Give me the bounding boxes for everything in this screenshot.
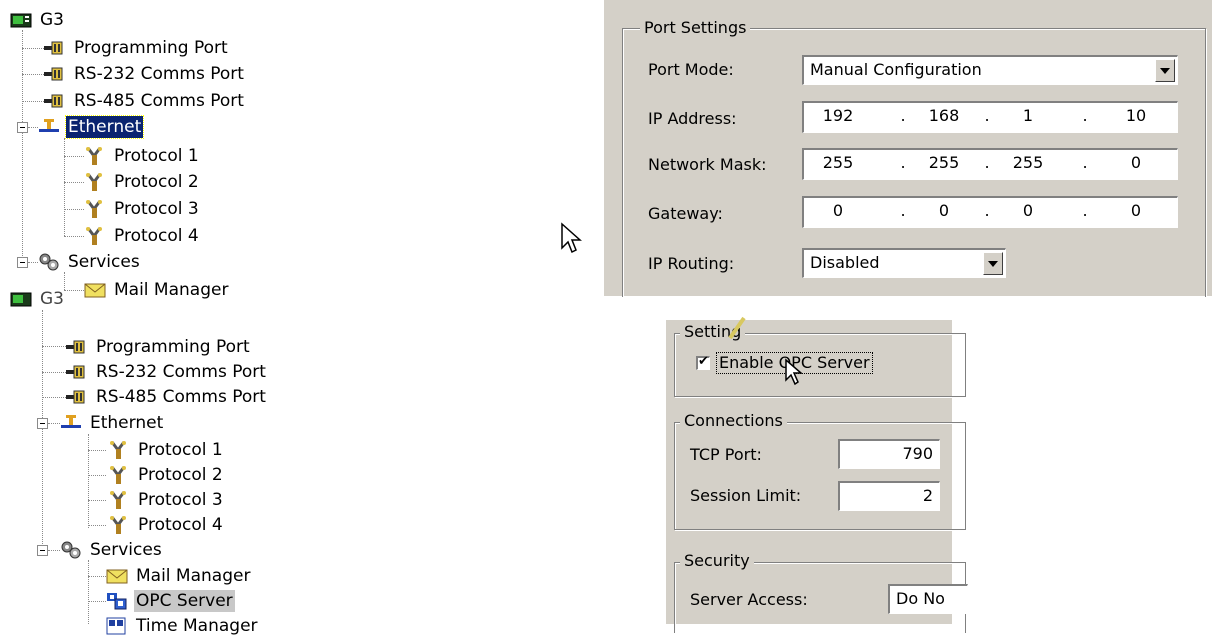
- tree-item-rs485-port[interactable]: RS-485 Comms Port: [66, 384, 268, 410]
- session-limit-input[interactable]: 2: [838, 481, 940, 511]
- services-collapse-toggle[interactable]: [37, 545, 48, 556]
- device-icon: [10, 289, 32, 309]
- session-limit-label: Session Limit:: [690, 486, 802, 505]
- network-icon: [60, 413, 82, 433]
- tree-item-protocol-1[interactable]: Protocol 1: [108, 437, 225, 463]
- port-mode-label: Port Mode:: [648, 60, 734, 79]
- envelope-icon: [106, 566, 128, 586]
- enable-opc-server-checkbox[interactable]: [696, 354, 710, 370]
- port-connector-icon: [66, 362, 88, 382]
- port-connector-icon: [44, 91, 66, 111]
- port-mode-select[interactable]: Manual Configuration: [802, 55, 1178, 85]
- port-mode-dropdown-button[interactable]: [1155, 59, 1175, 82]
- tree-item-g3[interactable]: G3: [10, 7, 66, 33]
- mouse-pointer-icon: [785, 358, 804, 386]
- tree-item-protocol-2[interactable]: Protocol 2: [108, 462, 225, 488]
- tree-item-protocol-4[interactable]: Protocol 4: [108, 512, 225, 538]
- protocol-icon: [108, 465, 130, 485]
- tree-item-opc-server[interactable]: OPC Server: [106, 588, 235, 614]
- tree-item-ethernet[interactable]: Ethernet: [60, 410, 165, 436]
- ip-address-label: IP Address:: [648, 109, 737, 128]
- protocol-icon: [84, 146, 106, 166]
- gears-icon: [38, 252, 60, 272]
- port-connector-icon: [44, 64, 66, 84]
- protocol-icon: [84, 172, 106, 192]
- protocol-icon: [108, 490, 130, 510]
- tree-item-programming-port[interactable]: Programming Port: [66, 334, 252, 360]
- ethernet-collapse-toggle[interactable]: [37, 418, 48, 429]
- tree-item-rs485-port[interactable]: RS-485 Comms Port: [44, 88, 246, 114]
- network-mask-label: Network Mask:: [648, 155, 767, 174]
- protocol-icon: [108, 515, 130, 535]
- tree-item-protocol-3[interactable]: Protocol 3: [84, 196, 201, 222]
- port-connector-icon: [66, 337, 88, 357]
- tree-item-protocol-4[interactable]: Protocol 4: [84, 223, 201, 249]
- port-connector-icon: [66, 387, 88, 407]
- ip-routing-label: IP Routing:: [648, 254, 735, 273]
- tree-item-ethernet[interactable]: Ethernet: [38, 114, 145, 140]
- network-mask-input[interactable]: 255 . 255 . 255 . 0: [802, 148, 1178, 180]
- protocol-icon: [84, 199, 106, 219]
- ip-routing-select[interactable]: Disabled: [802, 248, 1006, 278]
- opc-server-icon: [106, 591, 128, 611]
- protocol-icon: [84, 226, 106, 246]
- gateway-label: Gateway:: [648, 204, 723, 223]
- tree-item-protocol-1[interactable]: Protocol 1: [84, 143, 201, 169]
- ethernet-collapse-toggle[interactable]: [17, 122, 28, 133]
- port-settings-panel: Port Settings Port Mode: Manual Configur…: [604, 0, 1212, 297]
- tree-item-rs232-port[interactable]: RS-232 Comms Port: [66, 359, 268, 385]
- tree-item-rs232-port[interactable]: RS-232 Comms Port: [44, 61, 246, 87]
- tree-item-programming-port[interactable]: Programming Port: [44, 35, 230, 61]
- gateway-input[interactable]: 0 . 0 . 0 . 0: [802, 196, 1178, 228]
- top-tree: G3 Programming Port RS-232 Comms Port RS…: [0, 0, 320, 300]
- highlight-pen-icon: [728, 316, 746, 340]
- port-connector-icon: [44, 38, 66, 58]
- envelope-icon: [84, 280, 106, 300]
- tree-root-label: G3: [40, 10, 64, 30]
- tree-root-label: G3: [40, 289, 64, 309]
- opc-server-panel: Setting Enable OPC Server Connections TC…: [666, 316, 968, 633]
- security-legend: Security: [680, 552, 754, 570]
- gears-icon: [60, 540, 82, 560]
- tree-item-protocol-2[interactable]: Protocol 2: [84, 169, 201, 195]
- ip-address-input[interactable]: 192 . 168 . 1 . 10: [802, 101, 1178, 133]
- tree-item-services[interactable]: Services: [60, 537, 164, 563]
- device-icon: [10, 10, 32, 30]
- mouse-pointer-icon: [561, 222, 582, 254]
- tree-item-time-manager[interactable]: Time Manager: [106, 613, 260, 639]
- tcp-port-label: TCP Port:: [690, 445, 762, 464]
- tree-item-protocol-3[interactable]: Protocol 3: [108, 487, 225, 513]
- server-access-select[interactable]: Do No: [888, 584, 968, 614]
- port-settings-legend: Port Settings: [640, 19, 751, 37]
- tree-item-mail-manager[interactable]: Mail Manager: [106, 563, 252, 589]
- ip-routing-dropdown-button[interactable]: [983, 252, 1003, 275]
- tree-item-services[interactable]: Services: [38, 249, 142, 275]
- connections-legend: Connections: [680, 412, 787, 430]
- network-icon: [38, 117, 60, 137]
- clock-icon: [106, 616, 128, 636]
- tcp-port-input[interactable]: 790: [838, 439, 940, 469]
- tree-item-g3[interactable]: G3: [10, 286, 66, 312]
- services-collapse-toggle[interactable]: [17, 257, 28, 268]
- server-access-label: Server Access:: [690, 590, 808, 609]
- bottom-tree: G3 Programming Port RS-232 Comms Port RS…: [0, 289, 320, 636]
- protocol-icon: [108, 440, 130, 460]
